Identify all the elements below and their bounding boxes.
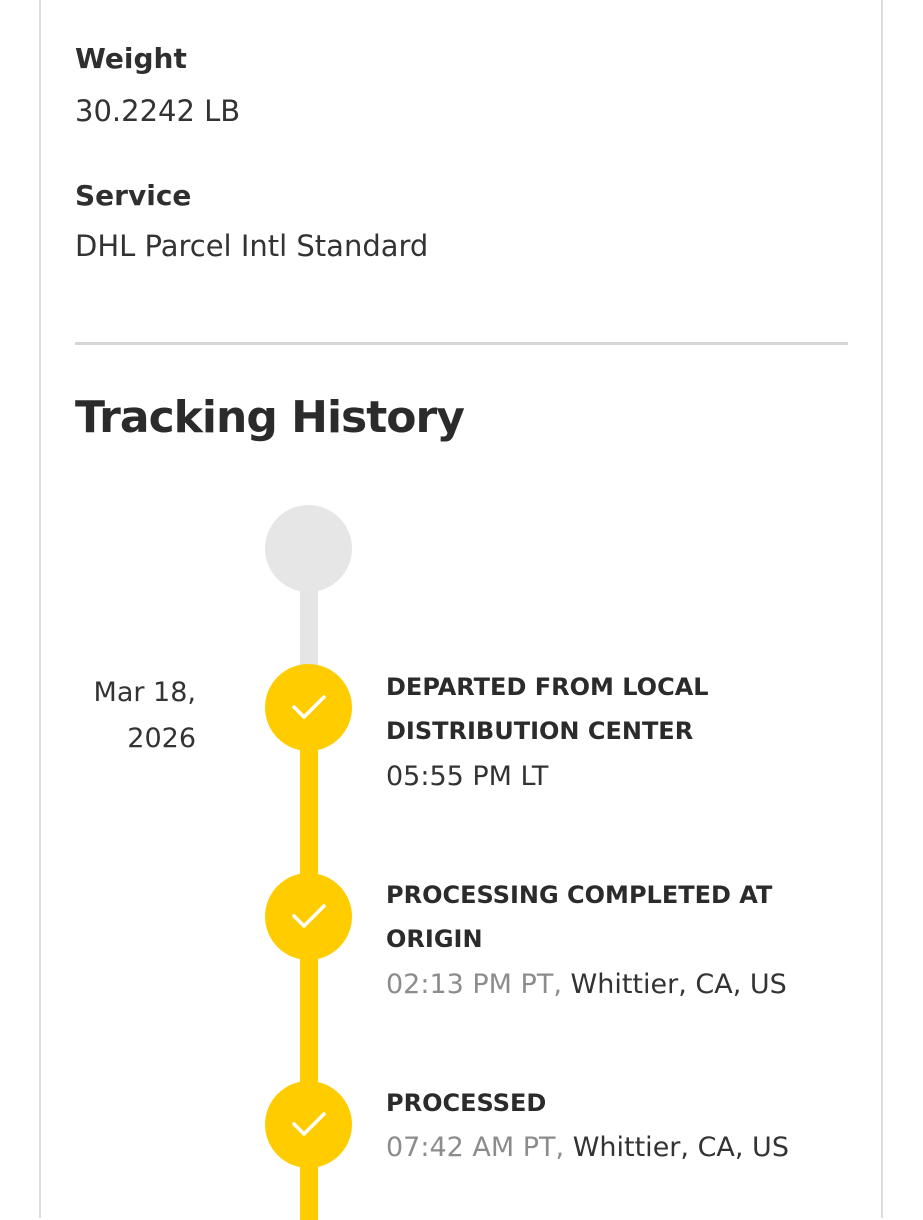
event-time: 02:13 PM PT, — [386, 969, 562, 1000]
event-meta: 02:13 PM PT, Whittier, CA, US — [386, 965, 787, 1005]
service-value: DHL Parcel Intl Standard — [75, 229, 429, 263]
event-date: Mar 18, 2026 — [90, 670, 196, 762]
checkmark-icon — [265, 873, 352, 960]
event-time: 07:42 AM PT, — [386, 1132, 565, 1163]
checkmark-icon — [265, 664, 352, 751]
event-title: DEPARTED FROM LOCAL DISTRIBUTION CENTER — [386, 673, 709, 745]
checkmark-icon — [265, 1081, 352, 1168]
event-location: Whittier, CA, US — [570, 969, 787, 1000]
weight-value: 30.2242 LB — [75, 94, 241, 128]
timeline-rail-pending — [300, 585, 318, 675]
event-time: 05:55 PM LT — [386, 761, 549, 792]
service-label: Service — [75, 179, 192, 212]
event-location: Whittier, CA, US — [572, 1132, 789, 1163]
event-date-year: 2026 — [127, 723, 196, 754]
event-date-day: Mar 18, — [93, 677, 196, 708]
event-meta: 05:55 PM LT — [386, 757, 548, 797]
event-meta: 07:42 AM PT, Whittier, CA, US — [386, 1128, 789, 1168]
weight-label: Weight — [75, 42, 187, 75]
event-title: PROCESSED — [386, 1089, 547, 1117]
pending-step-icon — [265, 505, 352, 592]
tracking-history-title: Tracking History — [75, 392, 465, 443]
event-title: PROCESSING COMPLETED AT ORIGIN — [386, 881, 773, 953]
section-divider — [75, 342, 848, 345]
